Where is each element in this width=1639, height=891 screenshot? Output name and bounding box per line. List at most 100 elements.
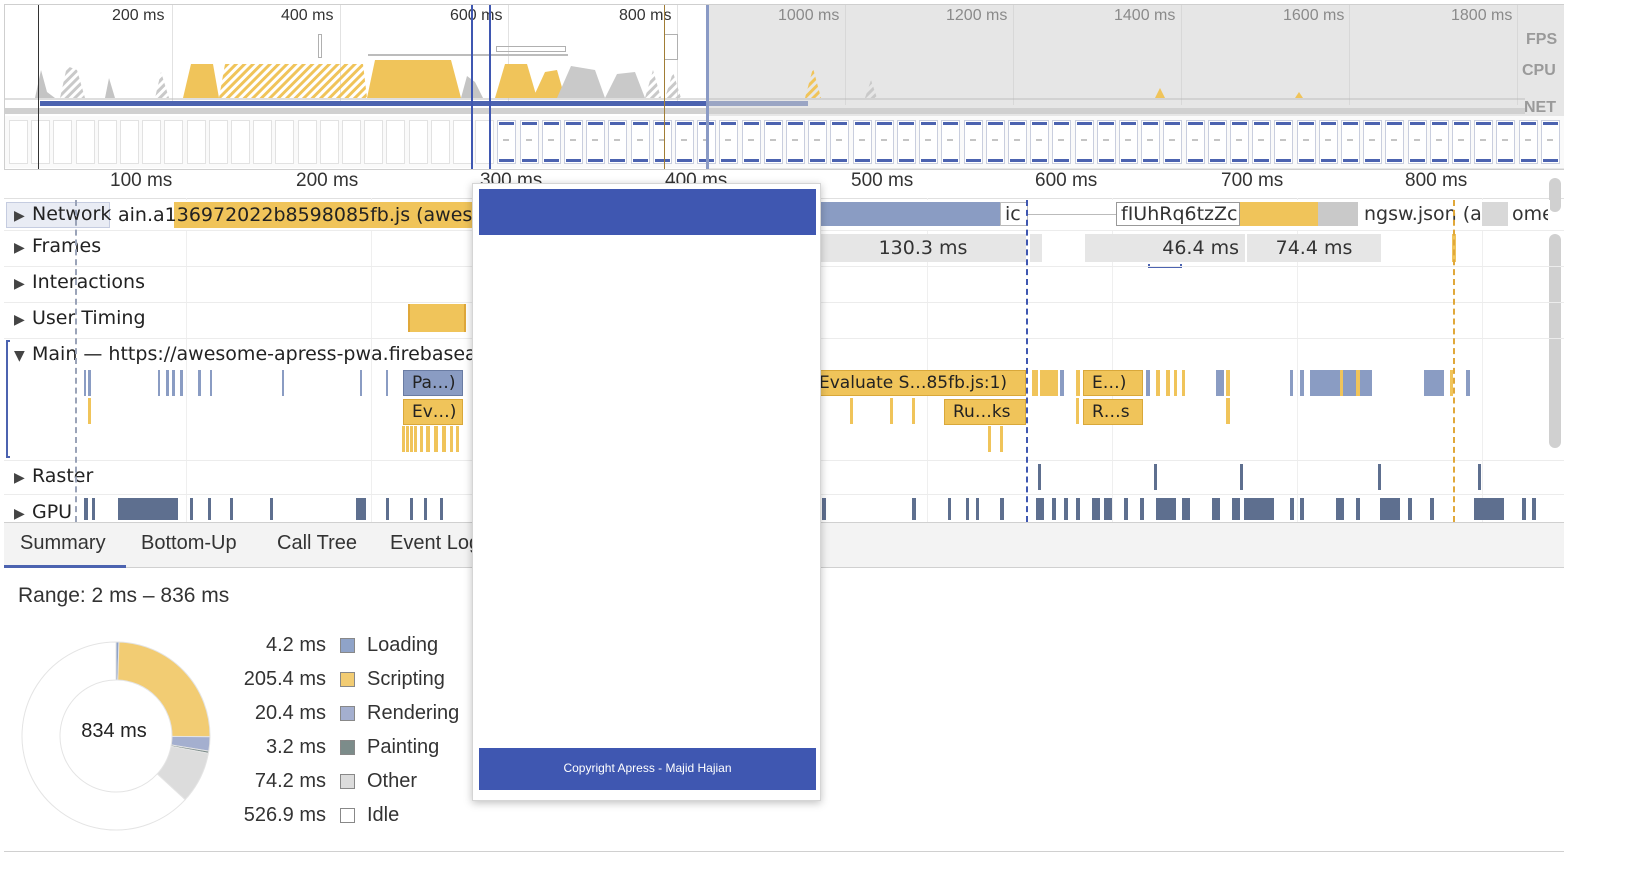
screenshot-thumbnail[interactable]: [120, 120, 139, 164]
screenshot-thumbnail[interactable]: [408, 120, 428, 164]
gpu-event[interactable]: [1064, 498, 1068, 520]
gpu-event[interactable]: [1156, 498, 1176, 520]
screenshot-thumbnail[interactable]: [342, 120, 361, 164]
flame-event[interactable]: Pa…): [403, 370, 463, 396]
flame-event[interactable]: [450, 426, 453, 452]
flame-event[interactable]: [912, 398, 915, 424]
flame-event[interactable]: [890, 398, 893, 424]
tab-bottom-up[interactable]: Bottom-Up: [141, 532, 237, 555]
screenshot-thumbnail[interactable]: [1540, 120, 1560, 164]
gpu-event[interactable]: [1232, 498, 1240, 520]
screenshot-thumbnail[interactable]: [1296, 120, 1316, 164]
flame-event[interactable]: [1076, 370, 1080, 396]
flame-event[interactable]: [172, 370, 175, 396]
screenshot-thumbnail[interactable]: [1385, 120, 1405, 164]
gpu-event[interactable]: [1036, 498, 1044, 520]
flame-event[interactable]: [88, 398, 91, 424]
screenshot-thumbnail[interactable]: [275, 120, 295, 164]
expand-arrow-icon[interactable]: ▶: [14, 240, 32, 256]
flame-event[interactable]: [442, 426, 446, 452]
screenshot-thumbnail[interactable]: [231, 120, 250, 164]
gpu-event[interactable]: [1212, 498, 1220, 520]
flame-event[interactable]: [1424, 370, 1444, 396]
gpu-event[interactable]: [1290, 498, 1294, 520]
screenshot-thumbnail[interactable]: [1030, 120, 1050, 164]
flame-event[interactable]: [1040, 370, 1058, 396]
flame-event[interactable]: E…): [1083, 370, 1143, 396]
flame-event[interactable]: [1216, 370, 1224, 396]
flame-event[interactable]: R…s: [1083, 399, 1143, 425]
screenshot-thumbnail[interactable]: [1185, 120, 1205, 164]
screenshot-thumbnail[interactable]: [941, 120, 961, 164]
gpu-event[interactable]: [1182, 498, 1190, 520]
screenshot-thumbnail[interactable]: [1230, 120, 1249, 164]
gpu-event[interactable]: [1076, 498, 1080, 520]
screenshot-thumbnail[interactable]: [630, 120, 650, 164]
gpu-event[interactable]: [1356, 498, 1360, 520]
screenshot-thumbnail[interactable]: [1407, 120, 1427, 164]
screenshot-thumbnail[interactable]: [1119, 120, 1138, 164]
flame-event[interactable]: [84, 370, 86, 396]
screenshot-thumbnail[interactable]: [1252, 120, 1272, 164]
flame-event[interactable]: [426, 426, 430, 452]
screenshot-thumbnail[interactable]: [985, 120, 1005, 164]
flame-event[interactable]: [420, 426, 423, 452]
flame-event[interactable]: [386, 370, 388, 396]
flame-event[interactable]: [1466, 370, 1470, 396]
screenshot-thumbnail[interactable]: [164, 120, 184, 164]
frames-track-label[interactable]: ▶ Frames: [14, 235, 101, 257]
flame-event[interactable]: [1076, 398, 1079, 424]
screenshot-thumbnail[interactable]: [319, 120, 339, 164]
screenshot-thumbnail[interactable]: [497, 120, 517, 164]
gpu-event[interactable]: [1474, 498, 1504, 520]
screenshot-thumbnail[interactable]: [253, 120, 273, 164]
flame-event[interactable]: [1032, 370, 1038, 396]
gpu-event[interactable]: [1430, 498, 1434, 520]
gpu-event[interactable]: [822, 498, 826, 520]
screenshot-thumbnail[interactable]: [430, 120, 450, 164]
gpu-event[interactable]: [966, 498, 969, 520]
network-request[interactable]: [820, 202, 1000, 226]
screenshot-thumbnail[interactable]: [919, 120, 939, 164]
gpu-event[interactable]: [92, 498, 95, 520]
tab-event-log[interactable]: Event Log: [390, 532, 480, 555]
gpu-event[interactable]: [270, 498, 273, 520]
gpu-event[interactable]: [386, 498, 389, 520]
flame-event[interactable]: [1182, 370, 1185, 396]
screenshot-thumbnail[interactable]: [364, 120, 384, 164]
gpu-event[interactable]: [1408, 498, 1412, 520]
flame-event[interactable]: [1000, 426, 1003, 452]
gpu-event[interactable]: [190, 498, 193, 520]
gpu-event[interactable]: [1532, 498, 1536, 520]
screenshot-thumbnail[interactable]: [1207, 120, 1227, 164]
flame-event[interactable]: [198, 370, 201, 396]
main-thread-track-label[interactable]: ▼ Main — https://awesome-apress-pwa.fireb…: [14, 343, 477, 365]
network-request[interactable]: ic: [1000, 202, 1028, 226]
gpu-event[interactable]: [1052, 498, 1056, 520]
gpu-event[interactable]: [1522, 498, 1526, 520]
collapse-arrow-icon[interactable]: ▼: [14, 348, 32, 364]
gpu-event[interactable]: [1092, 498, 1100, 520]
network-request[interactable]: ngsw.json (a: [1358, 202, 1482, 226]
interactions-track-label[interactable]: ▶ Interactions: [14, 271, 145, 293]
screenshot-thumbnail[interactable]: [53, 120, 73, 164]
flame-event[interactable]: [1060, 370, 1064, 396]
screenshot-thumbnail[interactable]: [9, 120, 28, 164]
user-timing-mark[interactable]: [408, 304, 466, 332]
raster-event[interactable]: [1378, 464, 1381, 490]
screenshot-thumbnail[interactable]: [541, 120, 561, 164]
screenshot-thumbnail[interactable]: [142, 120, 162, 164]
flame-event[interactable]: [180, 370, 183, 396]
screenshot-thumbnail[interactable]: [963, 120, 983, 164]
flame-event[interactable]: [166, 370, 169, 396]
expand-arrow-icon[interactable]: ▶: [14, 312, 32, 328]
screenshot-thumbnail[interactable]: [608, 120, 628, 164]
gpu-event[interactable]: [208, 498, 211, 520]
frame-block[interactable]: 46.4 ms: [1085, 234, 1245, 262]
raster-event[interactable]: [1038, 464, 1041, 490]
screenshot-thumbnail[interactable]: [830, 120, 850, 164]
frame-block[interactable]: 74.4 ms: [1247, 234, 1381, 262]
flame-event[interactable]: [1156, 370, 1160, 396]
screenshot-thumbnail[interactable]: [1341, 120, 1360, 164]
gpu-event[interactable]: [410, 498, 413, 520]
